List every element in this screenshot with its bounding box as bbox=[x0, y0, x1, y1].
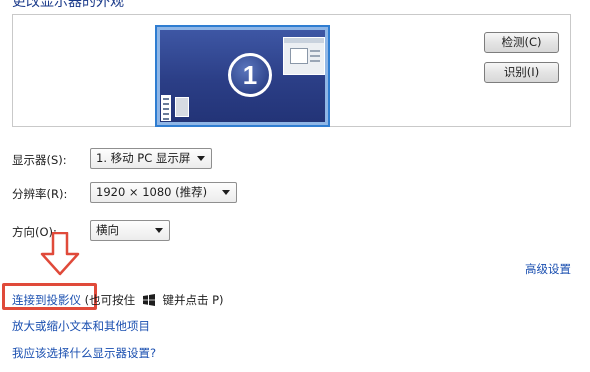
chevron-down-icon bbox=[197, 156, 205, 161]
monitor-number-badge: 1 bbox=[228, 53, 272, 97]
desktop-icon-thumbnail bbox=[175, 97, 189, 117]
detect-button[interactable]: 检测(C) bbox=[484, 32, 559, 53]
projector-row: 连接到投影仪 (也可按住 键并点击 P) bbox=[12, 292, 224, 308]
projector-hint-suffix: 键并点击 P) bbox=[162, 293, 224, 307]
page-title: 更改显示器的外观 bbox=[12, 0, 124, 10]
red-down-arrow-icon bbox=[40, 232, 80, 276]
monitor-1-preview[interactable]: 1 bbox=[155, 25, 330, 127]
resolution-select[interactable]: 1920 × 1080 (推荐) bbox=[90, 182, 237, 203]
projector-hint-prefix: (也可按住 bbox=[84, 293, 136, 307]
identify-button[interactable]: 识别(I) bbox=[484, 62, 559, 83]
connect-projector-link[interactable]: 连接到投影仪 bbox=[12, 293, 81, 307]
chevron-down-icon bbox=[222, 190, 230, 195]
orientation-select-value: 横向 bbox=[96, 223, 119, 237]
advanced-settings-link[interactable]: 高级设置 bbox=[525, 261, 571, 277]
display-select[interactable]: 1. 移动 PC 显示屏 bbox=[90, 148, 212, 169]
orientation-select[interactable]: 横向 bbox=[90, 220, 170, 241]
resolution-select-value: 1920 × 1080 (推荐) bbox=[96, 185, 208, 199]
resolution-label: 分辨率(R): bbox=[12, 187, 68, 201]
chevron-down-icon bbox=[155, 228, 163, 233]
zoom-text-link[interactable]: 放大或缩小文本和其他项目 bbox=[12, 318, 150, 334]
desktop-taskbar-thumbnail bbox=[161, 95, 171, 121]
display-label: 显示器(S): bbox=[12, 153, 67, 167]
which-display-settings-link[interactable]: 我应该选择什么显示器设置? bbox=[12, 345, 156, 361]
desktop-window-thumbnail bbox=[283, 37, 325, 75]
display-select-value: 1. 移动 PC 显示屏 bbox=[96, 151, 191, 165]
display-preview-panel: 1 检测(C) 识别(I) bbox=[12, 14, 571, 127]
windows-logo-icon bbox=[142, 294, 155, 306]
